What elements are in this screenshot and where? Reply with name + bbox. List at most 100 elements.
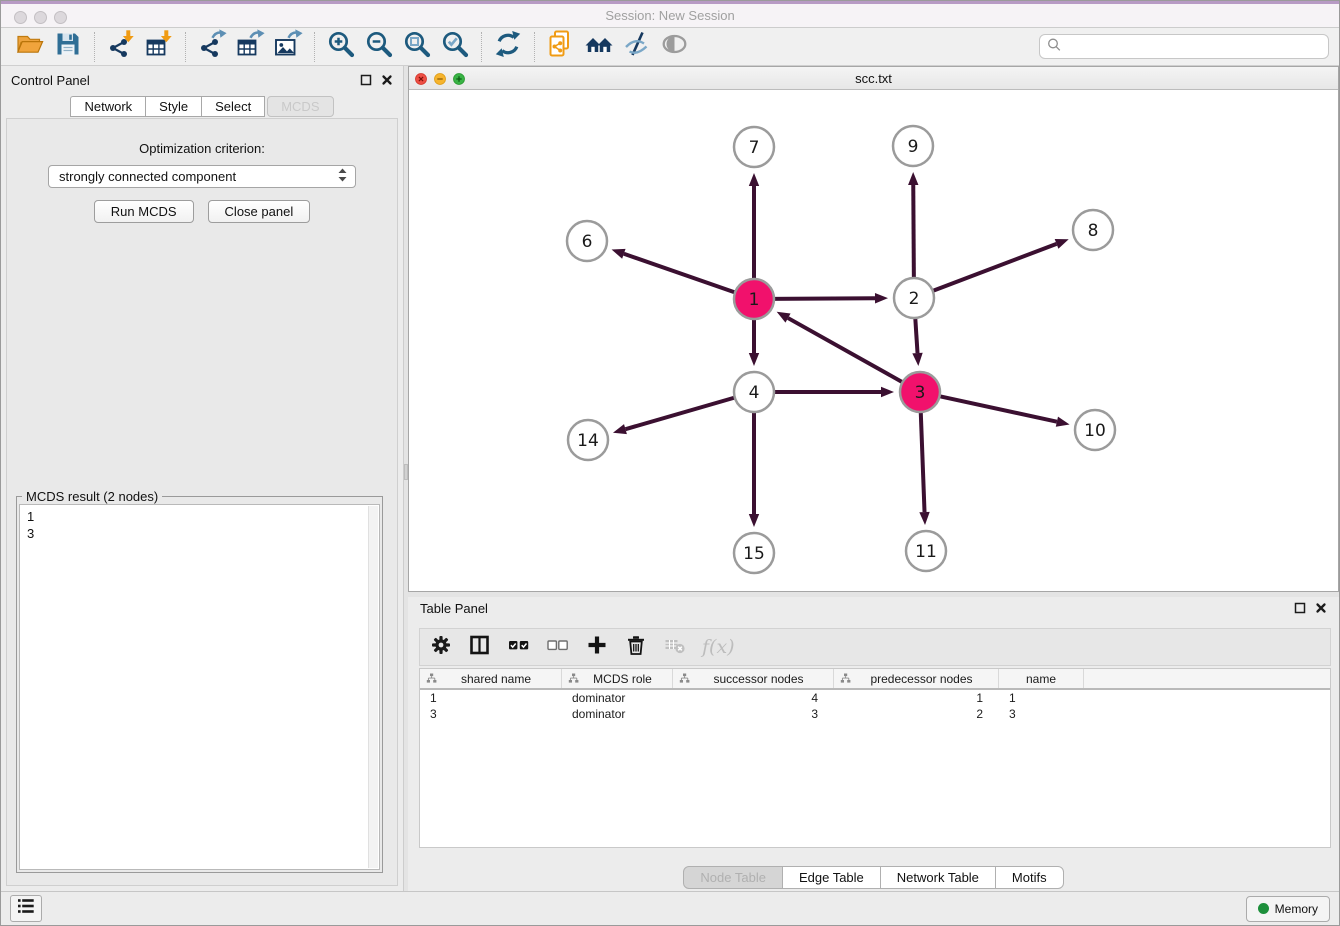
graph-edge-2-8[interactable] <box>931 239 1069 292</box>
close-network-icon[interactable] <box>415 72 427 90</box>
gear-button[interactable] <box>429 635 453 659</box>
column-header-name[interactable]: name <box>999 669 1084 688</box>
cell-successor-nodes[interactable]: 3 <box>673 707 834 721</box>
graph-edge-1-7[interactable] <box>749 173 759 281</box>
graph-node-14[interactable]: 14 <box>568 420 608 460</box>
cell-MCDS-role[interactable]: dominator <box>562 707 673 721</box>
cell-shared-name[interactable]: 1 <box>420 691 562 705</box>
zoom-fit-button[interactable] <box>398 30 436 64</box>
tab-mcds[interactable]: MCDS <box>267 96 333 117</box>
open-folder-button[interactable] <box>11 30 49 64</box>
result-scrollbar[interactable] <box>368 506 378 868</box>
show-all-icon <box>660 29 690 64</box>
cell-name[interactable]: 1 <box>999 691 1084 705</box>
cell-MCDS-role[interactable]: dominator <box>562 691 673 705</box>
minimize-network-icon[interactable] <box>434 72 446 90</box>
network-canvas[interactable]: 7 9 6 8 1 2 4 3 14 10 15 11 <box>409 90 1338 591</box>
show-all-button[interactable] <box>656 30 694 64</box>
network-window-titlebar[interactable]: scc.txt <box>409 67 1338 90</box>
cell-name[interactable]: 3 <box>999 707 1084 721</box>
import-table-button[interactable] <box>140 30 178 64</box>
hide-selected-button[interactable] <box>618 30 656 64</box>
task-history-button[interactable] <box>10 895 42 922</box>
duplicate-network-button[interactable] <box>542 30 580 64</box>
column-header-shared-name[interactable]: shared name <box>420 669 562 688</box>
graph-node-7[interactable]: 7 <box>734 127 774 167</box>
zoom-out-button[interactable] <box>360 30 398 64</box>
zoom-in-button[interactable] <box>322 30 360 64</box>
table-row[interactable]: 1dominator411 <box>420 690 1330 706</box>
search-box[interactable] <box>1039 34 1329 59</box>
cell-successor-nodes[interactable]: 4 <box>673 691 834 705</box>
column-label: predecessor nodes <box>851 672 998 686</box>
graph-node-3[interactable]: 3 <box>900 372 940 412</box>
close-panel-button[interactable]: Close panel <box>208 200 311 223</box>
refresh-button[interactable] <box>489 30 527 64</box>
run-mcds-button[interactable]: Run MCDS <box>94 200 194 223</box>
tab-edge-table[interactable]: Edge Table <box>782 866 881 889</box>
cell-predecessor-nodes[interactable]: 1 <box>834 691 999 705</box>
graph-edge-4-14[interactable] <box>613 397 737 434</box>
graph-node-10[interactable]: 10 <box>1075 410 1115 450</box>
tab-network[interactable]: Network <box>70 96 146 117</box>
columns-button[interactable] <box>468 635 492 659</box>
deselect-all-button[interactable] <box>546 635 570 659</box>
column-header-predecessor-nodes[interactable]: predecessor nodes <box>834 669 999 688</box>
graph-edge-3-1[interactable] <box>777 312 905 383</box>
graph-edge-3-10[interactable] <box>938 396 1070 427</box>
tab-style[interactable]: Style <box>145 96 202 117</box>
column-header-successor-nodes[interactable]: successor nodes <box>673 669 834 688</box>
graph-node-11[interactable]: 11 <box>906 531 946 571</box>
tree-icon <box>568 673 579 684</box>
mcds-result-textarea[interactable]: 13 <box>19 504 380 870</box>
maximize-network-icon[interactable] <box>453 72 465 90</box>
delete-row-button[interactable] <box>624 635 648 659</box>
memory-button[interactable]: Memory <box>1246 896 1330 922</box>
table-panel-title: Table Panel <box>420 601 488 616</box>
export-network-button[interactable] <box>193 30 231 64</box>
cell-shared-name[interactable]: 3 <box>420 707 562 721</box>
network-graph[interactable]: 7 9 6 8 1 2 4 3 14 10 15 11 <box>409 90 1340 592</box>
close-panel-icon[interactable] <box>380 74 393 87</box>
add-row-button[interactable] <box>585 635 609 659</box>
float-panel-icon[interactable] <box>359 74 372 87</box>
home-button[interactable] <box>580 30 618 64</box>
tree-icon <box>426 673 437 684</box>
column-header-MCDS-role[interactable]: MCDS role <box>562 669 673 688</box>
search-input[interactable] <box>1066 39 1321 55</box>
graph-node-1[interactable]: 1 <box>734 279 774 319</box>
zoom-selected-button[interactable] <box>436 30 474 64</box>
graph-edge-1-6[interactable] <box>612 249 737 293</box>
tab-node-table[interactable]: Node Table <box>683 866 783 889</box>
tree-icon <box>840 673 851 684</box>
graph-edge-3-11[interactable] <box>919 410 929 525</box>
graph-edge-2-9[interactable] <box>908 172 918 280</box>
close-table-panel-icon[interactable] <box>1314 602 1327 615</box>
select-all-button[interactable] <box>507 635 531 659</box>
tab-motifs[interactable]: Motifs <box>995 866 1064 889</box>
graph-node-6[interactable]: 6 <box>567 221 607 261</box>
graph-edge-1-4[interactable] <box>749 317 759 366</box>
graph-node-8[interactable]: 8 <box>1073 210 1113 250</box>
column-label: shared name <box>437 672 561 686</box>
table-row[interactable]: 3dominator323 <box>420 706 1330 722</box>
save-button[interactable] <box>49 30 87 64</box>
application-window: Session: New Session Control Panel Netwo… <box>0 0 1340 926</box>
graph-edge-4-3[interactable] <box>772 387 894 397</box>
graph-node-15[interactable]: 15 <box>734 533 774 573</box>
export-image-button[interactable] <box>269 30 307 64</box>
import-network-button[interactable] <box>102 30 140 64</box>
node-table[interactable]: shared nameMCDS rolesuccessor nodes prede… <box>419 668 1331 848</box>
tab-network-table[interactable]: Network Table <box>880 866 996 889</box>
graph-node-4[interactable]: 4 <box>734 372 774 412</box>
float-table-panel-icon[interactable] <box>1293 602 1306 615</box>
graph-edge-4-15[interactable] <box>749 410 759 527</box>
graph-edge-2-3[interactable] <box>912 316 922 366</box>
graph-node-9[interactable]: 9 <box>893 126 933 166</box>
tab-select[interactable]: Select <box>201 96 265 117</box>
graph-edge-1-2[interactable] <box>772 293 888 303</box>
cell-predecessor-nodes[interactable]: 2 <box>834 707 999 721</box>
export-table-button[interactable] <box>231 30 269 64</box>
criterion-dropdown[interactable]: strongly connected component <box>48 165 356 188</box>
graph-node-2[interactable]: 2 <box>894 278 934 318</box>
